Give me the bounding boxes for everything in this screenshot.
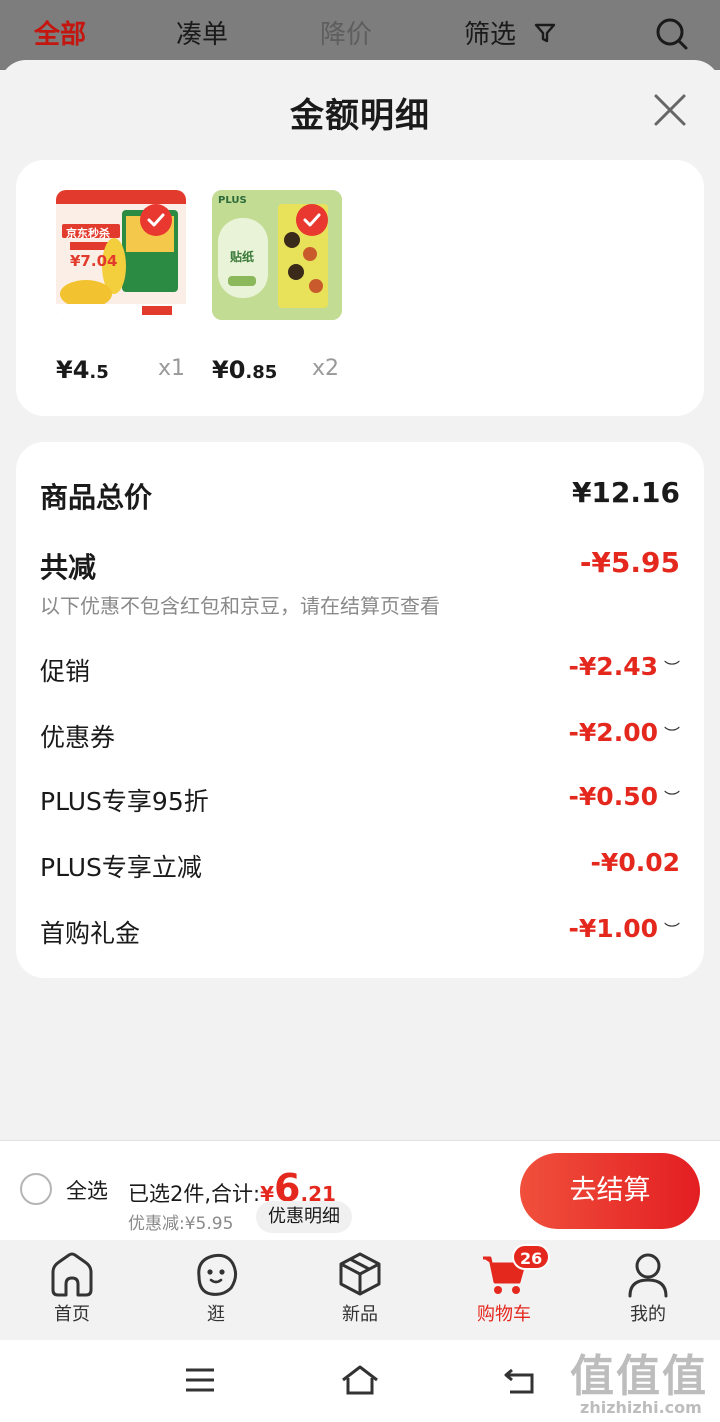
saved-amount: 优惠减:¥5.95 [128,1214,234,1234]
discount-value: -¥2.43 ︶ [568,652,680,681]
close-icon[interactable] [650,90,690,130]
cube-icon [339,1252,381,1296]
select-all-label[interactable]: 全选 [66,1175,108,1205]
thumb-label: PLUS [218,195,247,206]
total-price-value: ¥12.16 [571,476,680,509]
total-reduction-value: -¥5.95 [579,546,680,579]
amount-detail-sheet: 金额明细 京东秒杀 ¥7.04 PLUS 贴纸 ¥4.5 x1 ¥0.85 x2… [0,60,720,1140]
watermark-logo: 值值值 [570,1351,708,1402]
nav-new[interactable]: 新品 [288,1250,432,1326]
chevron-down-icon: ︶ [663,658,680,678]
discount-detail-button[interactable]: 优惠明细 [256,1201,352,1233]
home-system-icon[interactable] [340,1364,380,1396]
checkout-bar: 全选 已选2件,合计: ¥ 6 .21 优惠减:¥5.95 优惠明细 去结算 [0,1140,720,1240]
discount-value: -¥0.02 [590,848,680,877]
filter-icon[interactable] [534,22,556,44]
discount-label: 首购礼金 [40,919,141,948]
product-price: ¥4.5 [56,356,109,384]
sheet-title: 金额明细 [290,96,430,136]
chevron-down-icon: ︶ [663,788,680,808]
total-price-label: 商品总价 [40,481,153,514]
nav-browse[interactable]: 逛 [144,1250,288,1326]
checkout-button[interactable]: 去结算 [520,1153,700,1229]
product-quantity: x1 [158,356,186,381]
cart-count-badge: 26 [512,1244,551,1270]
discount-label: 促销 [40,657,91,686]
thumb-label: 贴纸 [230,250,255,264]
home-icon [51,1252,93,1297]
chevron-down-icon: ︶ [663,724,680,744]
tab-price-drop[interactable]: 降价 [320,14,372,51]
chevron-down-icon: ︶ [663,920,680,940]
discount-value: -¥0.50 ︶ [568,782,680,811]
nav-profile[interactable]: 我的 [576,1250,720,1326]
back-icon[interactable] [502,1364,536,1396]
checked-icon [140,204,172,236]
discount-note: 以下优惠不包含红包和京豆，请在结算页查看 [40,594,440,618]
product-thumbnail[interactable]: 京东秒杀 ¥7.04 [56,190,186,320]
tab-bundle[interactable]: 凑单 [176,14,228,51]
nav-cart[interactable]: 购物车 26 [432,1244,576,1326]
amount-breakdown-card: 商品总价 ¥12.16 共减 -¥5.95 以下优惠不包含红包和京豆，请在结算页… [16,442,704,978]
face-icon [197,1253,238,1296]
product-thumbnail[interactable]: PLUS 贴纸 [212,190,342,320]
nav-home[interactable]: 首页 [0,1250,144,1326]
discount-label: 优惠券 [40,723,116,752]
product-quantity: x2 [312,356,340,381]
search-icon[interactable] [654,16,690,52]
discount-value: -¥1.00 ︶ [568,914,680,943]
thumb-label: 京东秒杀 [66,227,110,240]
checked-icon [296,204,328,236]
bottom-navigation: 首页 逛 新品 购物车 26 我的 [0,1240,720,1340]
tab-filter[interactable]: 筛选 [464,14,516,51]
discount-label: PLUS专享95折 [40,787,209,816]
discount-label: PLUS专享立减 [40,853,202,882]
watermark-text: zhizhizhi.com [580,1398,702,1417]
thumb-price: ¥7.04 [70,252,118,270]
product-price: ¥0.85 [212,356,278,384]
selected-products-card: 京东秒杀 ¥7.04 PLUS 贴纸 ¥4.5 x1 ¥0.85 x2 [16,160,704,416]
select-all-radio[interactable] [20,1173,52,1205]
menu-icon[interactable] [184,1364,216,1396]
watermark: 值值值 zhizhizhi.com [566,1340,716,1422]
person-icon [628,1253,668,1298]
discount-value: -¥2.00 ︶ [568,718,680,747]
tab-all[interactable]: 全部 [34,14,86,51]
total-reduction-label: 共减 [40,551,97,584]
